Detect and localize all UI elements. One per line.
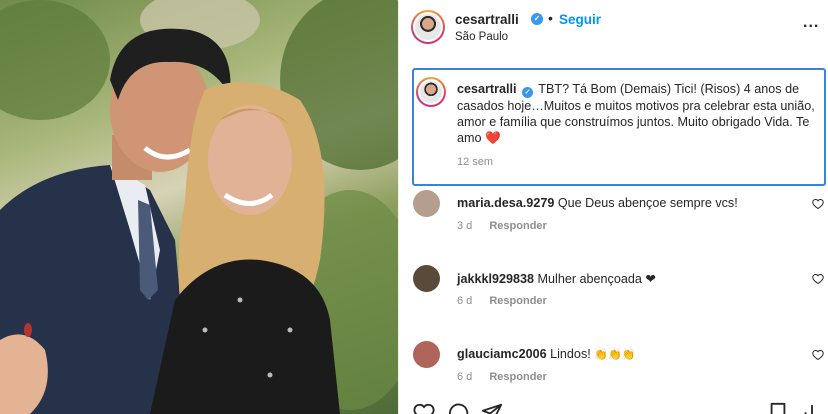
reply-button[interactable]: Responder xyxy=(489,295,546,307)
commenter-avatar[interactable] xyxy=(413,265,440,292)
verified-badge-icon: ✓ xyxy=(531,13,543,25)
follow-button[interactable]: Seguir xyxy=(559,12,601,27)
clapping-hands-emoji: 👏👏👏 xyxy=(594,349,636,361)
comment-timestamp[interactable]: 3 d xyxy=(457,220,472,232)
comment-text: glauciamc2006 Lindos! 👏👏👏 xyxy=(457,347,635,361)
comment-body: Que Deus abençoe sempre vcs! xyxy=(557,196,738,210)
comment-timestamp[interactable]: 6 d xyxy=(457,295,472,307)
commenter-username[interactable]: maria.desa.9279 xyxy=(457,196,554,210)
comment-item: jakkkl929838 Mulher abençoada ❤ 6 d Resp… xyxy=(399,265,828,331)
post-action-bar xyxy=(399,398,828,414)
comment-body: Lindos! xyxy=(550,347,591,361)
author-username[interactable]: cesartralli xyxy=(455,12,519,27)
caption-text: cesartralli ✓ TBT? Tá Bom (Demais) Tici!… xyxy=(457,81,828,146)
heart-emoji: ❤️ xyxy=(485,131,501,145)
comment-body: Mulher abençoada xyxy=(537,272,642,286)
caption-author-avatar[interactable] xyxy=(416,77,446,107)
comment-timestamp[interactable]: 6 d xyxy=(457,371,472,383)
heart-emoji: ❤ xyxy=(645,272,656,286)
comment-meta: 3 d Responder xyxy=(457,220,547,232)
post-header: cesartralli ✓ • Seguir São Paulo ... xyxy=(399,0,828,60)
post-photo[interactable] xyxy=(0,0,398,414)
separator-dot: • xyxy=(548,10,553,26)
post-details-panel: cesartralli ✓ • Seguir São Paulo ... ces… xyxy=(398,0,828,414)
commenter-username[interactable]: jakkkl929838 xyxy=(457,272,534,286)
photo-couple-illustration xyxy=(0,0,398,414)
comment-meta: 6 d Responder xyxy=(457,371,547,383)
commenter-avatar[interactable] xyxy=(413,341,440,368)
heart-outline-icon[interactable] xyxy=(812,349,824,361)
insights-icon[interactable] xyxy=(801,402,823,414)
commenter-username[interactable]: glauciamc2006 xyxy=(457,347,547,361)
verified-badge-icon: ✓ xyxy=(522,87,534,98)
comment-text: jakkkl929838 Mulher abençoada ❤ xyxy=(457,271,656,286)
author-avatar[interactable] xyxy=(411,10,445,44)
comment-icon[interactable] xyxy=(447,402,469,414)
caption-username[interactable]: cesartralli xyxy=(457,82,517,96)
comment-item: maria.desa.9279 Que Deus abençoe sempre … xyxy=(399,190,828,256)
comment-meta: 6 d Responder xyxy=(457,295,547,307)
heart-outline-icon[interactable] xyxy=(812,273,824,285)
share-icon[interactable] xyxy=(481,402,503,414)
post-location[interactable]: São Paulo xyxy=(455,31,508,43)
like-heart-icon[interactable] xyxy=(413,402,435,414)
caption-timestamp[interactable]: 12 sem xyxy=(457,156,493,168)
reply-button[interactable]: Responder xyxy=(489,220,546,232)
comment-text: maria.desa.9279 Que Deus abençoe sempre … xyxy=(457,196,738,210)
post-caption: cesartralli ✓ TBT? Tá Bom (Demais) Tici!… xyxy=(412,68,826,186)
bookmark-icon[interactable] xyxy=(767,402,789,414)
commenter-avatar[interactable] xyxy=(413,190,440,217)
reply-button[interactable]: Responder xyxy=(489,371,546,383)
heart-outline-icon[interactable] xyxy=(812,198,824,210)
more-options-icon[interactable]: ... xyxy=(803,14,819,32)
